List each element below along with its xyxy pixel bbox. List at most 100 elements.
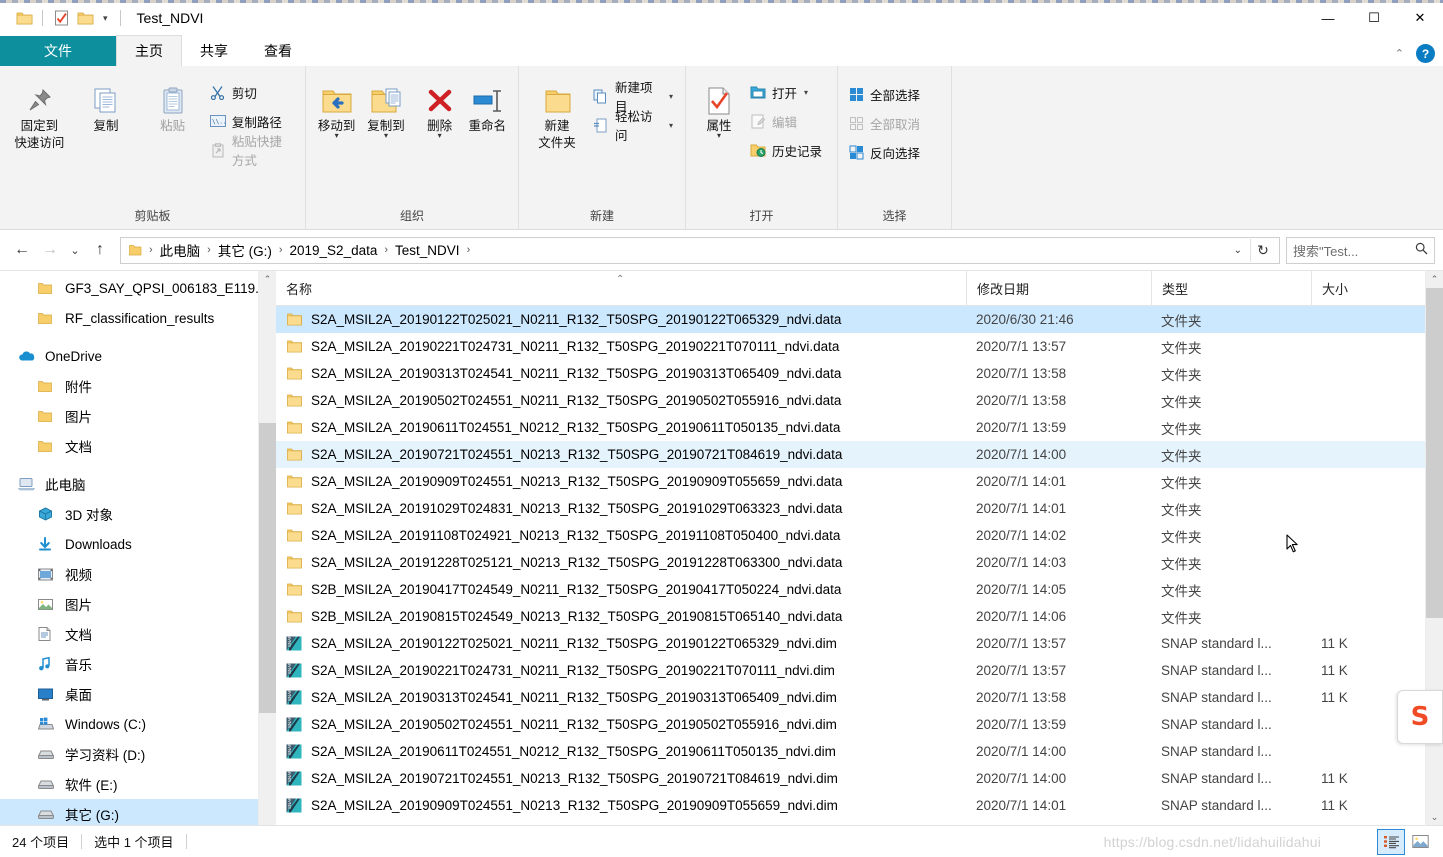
- file-name-cell[interactable]: SNAP S2A_MSIL2A_20190221T024731_N0211_R13…: [276, 662, 966, 680]
- properties-button[interactable]: 属性 ▾: [692, 74, 746, 143]
- rename-button[interactable]: 重命名: [463, 74, 512, 137]
- tab-view[interactable]: 查看: [246, 36, 310, 66]
- file-list-scrollbar[interactable]: ⌃ ⌄: [1425, 271, 1443, 843]
- file-name-cell[interactable]: S2B_MSIL2A_20190417T024549_N0211_R132_T5…: [276, 581, 966, 599]
- nav-scroll-up-button[interactable]: ⌃: [259, 271, 276, 288]
- file-name-cell[interactable]: SNAP S2A_MSIL2A_20190611T024551_N0212_R13…: [276, 743, 966, 761]
- breadcrumb-item-1[interactable]: 其它 (G:): [214, 239, 276, 262]
- select-all-button[interactable]: 全部选择: [844, 80, 926, 108]
- paste-button[interactable]: 粘贴: [139, 74, 206, 137]
- paste-shortcut-button[interactable]: 粘贴快捷方式: [206, 135, 299, 168]
- table-row[interactable]: S2A_MSIL2A_20190122T025021_N0211_R132_T5…: [276, 306, 1443, 333]
- easy-access-button[interactable]: 轻松访问 ▾: [589, 110, 679, 143]
- open-caret[interactable]: ▾: [804, 88, 808, 97]
- pin-to-quick-access-button[interactable]: 固定到 快速访问: [6, 74, 73, 154]
- table-row[interactable]: SNAP S2A_MSIL2A_20190909T024551_N0213_R13…: [276, 792, 1443, 819]
- list-scroll-up-button[interactable]: ⌃: [1426, 271, 1443, 288]
- sogou-ime-icon[interactable]: S: [1397, 690, 1443, 744]
- tab-share[interactable]: 共享: [182, 36, 246, 66]
- table-row[interactable]: S2A_MSIL2A_20190221T024731_N0211_R132_T5…: [276, 333, 1443, 360]
- file-name-cell[interactable]: SNAP S2A_MSIL2A_20190313T024541_N0211_R13…: [276, 689, 966, 707]
- qat-customize-caret[interactable]: ▾: [97, 13, 114, 23]
- sidebar-item-this-pc[interactable]: 此电脑: [0, 469, 276, 499]
- delete-caret[interactable]: ▾: [438, 132, 442, 140]
- sidebar-item-onedrive-documents[interactable]: 文档: [0, 431, 276, 461]
- new-folder-button[interactable]: 新建 文件夹: [525, 74, 589, 154]
- file-name-cell[interactable]: S2A_MSIL2A_20191228T025121_N0213_R132_T5…: [276, 554, 966, 572]
- chevron-up-icon[interactable]: ⌃: [1395, 47, 1404, 60]
- delete-button[interactable]: 删除 ▾: [417, 74, 463, 143]
- large-icons-view-icon[interactable]: [1407, 830, 1433, 854]
- list-scrollbar-thumb[interactable]: [1426, 288, 1443, 618]
- copy-button[interactable]: 复制: [73, 74, 140, 137]
- breadcrumb-sep-2[interactable]: ›: [276, 244, 286, 256]
- details-view-icon[interactable]: [1377, 828, 1405, 855]
- recent-locations-button[interactable]: ⌄: [64, 236, 86, 264]
- history-button[interactable]: 历史记录: [746, 136, 828, 164]
- table-row[interactable]: SNAP S2A_MSIL2A_20190122T025021_N0211_R13…: [276, 630, 1443, 657]
- new-folder-icon[interactable]: [73, 6, 97, 30]
- file-name-cell[interactable]: S2A_MSIL2A_20190721T024551_N0213_R132_T5…: [276, 446, 966, 464]
- sidebar-item-gf3[interactable]: GF3_SAY_QPSI_006183_E119.: [0, 273, 276, 303]
- column-header-name[interactable]: 名称 ⌃: [276, 271, 966, 305]
- list-scroll-down-button[interactable]: ⌄: [1426, 809, 1443, 826]
- column-header-size[interactable]: 大小: [1311, 271, 1401, 305]
- search-input[interactable]: 搜索"Test...: [1286, 236, 1435, 264]
- properties-icon[interactable]: [49, 6, 73, 30]
- cut-button[interactable]: 剪切: [206, 78, 299, 106]
- move-to-caret[interactable]: ▾: [335, 132, 339, 140]
- table-row[interactable]: S2A_MSIL2A_20190313T024541_N0211_R132_T5…: [276, 360, 1443, 387]
- file-name-cell[interactable]: SNAP S2A_MSIL2A_20190721T024551_N0213_R13…: [276, 770, 966, 788]
- table-row[interactable]: SNAP S2A_MSIL2A_20190313T024541_N0211_R13…: [276, 684, 1443, 711]
- table-row[interactable]: S2B_MSIL2A_20190417T024549_N0211_R132_T5…: [276, 576, 1443, 603]
- help-icon[interactable]: ?: [1416, 44, 1435, 63]
- table-row[interactable]: SNAP S2A_MSIL2A_20190721T024551_N0213_R13…: [276, 765, 1443, 792]
- sidebar-item-d-drive[interactable]: 学习资料 (D:): [0, 739, 276, 769]
- file-name-cell[interactable]: S2A_MSIL2A_20191108T024921_N0213_R132_T5…: [276, 527, 966, 545]
- sidebar-item-windows-c[interactable]: Windows (C:): [0, 709, 276, 739]
- move-to-button[interactable]: 移动到 ▾: [312, 74, 361, 143]
- search-icon[interactable]: [1415, 242, 1428, 258]
- table-row[interactable]: S2B_MSIL2A_20190815T024549_N0213_R132_T5…: [276, 603, 1443, 630]
- maximize-button[interactable]: ☐: [1351, 0, 1397, 36]
- tab-home[interactable]: 主页: [116, 35, 182, 66]
- up-button[interactable]: ↑: [86, 236, 114, 264]
- file-name-cell[interactable]: S2A_MSIL2A_20191029T024831_N0213_R132_T5…: [276, 500, 966, 518]
- file-name-cell[interactable]: SNAP S2A_MSIL2A_20190909T024551_N0213_R13…: [276, 797, 966, 815]
- table-row[interactable]: SNAP S2A_MSIL2A_20190611T024551_N0212_R13…: [276, 738, 1443, 765]
- new-item-caret[interactable]: ▾: [669, 92, 673, 101]
- column-header-type[interactable]: 类型: [1151, 271, 1311, 305]
- breadcrumb[interactable]: › 此电脑 › 其它 (G:) › 2019_S2_data › Test_ND…: [120, 236, 1280, 264]
- sidebar-item-videos[interactable]: 视频: [0, 559, 276, 589]
- table-row[interactable]: SNAP S2A_MSIL2A_20190221T024731_N0211_R13…: [276, 657, 1443, 684]
- close-button[interactable]: ✕: [1397, 0, 1443, 36]
- navigation-scrollbar[interactable]: ⌃ ⌄: [258, 271, 276, 843]
- file-name-cell[interactable]: S2A_MSIL2A_20190313T024541_N0211_R132_T5…: [276, 365, 966, 383]
- sidebar-item-desktop[interactable]: 桌面: [0, 679, 276, 709]
- table-row[interactable]: S2A_MSIL2A_20190721T024551_N0213_R132_T5…: [276, 441, 1443, 468]
- table-row[interactable]: SNAP S2A_MSIL2A_20190502T024551_N0211_R13…: [276, 711, 1443, 738]
- open-button[interactable]: 打开 ▾: [746, 78, 828, 106]
- breadcrumb-item-2[interactable]: 2019_S2_data: [286, 239, 382, 262]
- sidebar-item-attachments[interactable]: 附件: [0, 371, 276, 401]
- file-name-cell[interactable]: S2B_MSIL2A_20190815T024549_N0213_R132_T5…: [276, 608, 966, 626]
- table-row[interactable]: S2A_MSIL2A_20191029T024831_N0213_R132_T5…: [276, 495, 1443, 522]
- sidebar-item-pictures[interactable]: 图片: [0, 589, 276, 619]
- table-row[interactable]: S2A_MSIL2A_20191228T025121_N0213_R132_T5…: [276, 549, 1443, 576]
- sidebar-item-onedrive-pictures[interactable]: 图片: [0, 401, 276, 431]
- copy-to-caret[interactable]: ▾: [384, 132, 388, 140]
- file-name-cell[interactable]: SNAP S2A_MSIL2A_20190122T025021_N0211_R13…: [276, 635, 966, 653]
- breadcrumb-item-3[interactable]: Test_NDVI: [391, 239, 464, 262]
- file-name-cell[interactable]: S2A_MSIL2A_20190502T024551_N0211_R132_T5…: [276, 392, 966, 410]
- chevron-down-icon[interactable]: ⌄: [1226, 245, 1250, 256]
- invert-selection-button[interactable]: 反向选择: [844, 138, 926, 166]
- file-name-cell[interactable]: S2A_MSIL2A_20190221T024731_N0211_R132_T5…: [276, 338, 966, 356]
- file-name-cell[interactable]: S2A_MSIL2A_20190909T024551_N0213_R132_T5…: [276, 473, 966, 491]
- select-none-button[interactable]: 全部取消: [844, 109, 926, 137]
- sidebar-item-rf-classification[interactable]: RF_classification_results: [0, 303, 276, 333]
- breadcrumb-sep-3[interactable]: ›: [381, 244, 391, 256]
- file-name-cell[interactable]: SNAP S2A_MSIL2A_20190502T024551_N0211_R13…: [276, 716, 966, 734]
- sidebar-item-documents[interactable]: 文档: [0, 619, 276, 649]
- back-button[interactable]: ←: [8, 236, 36, 264]
- sidebar-item-music[interactable]: 音乐: [0, 649, 276, 679]
